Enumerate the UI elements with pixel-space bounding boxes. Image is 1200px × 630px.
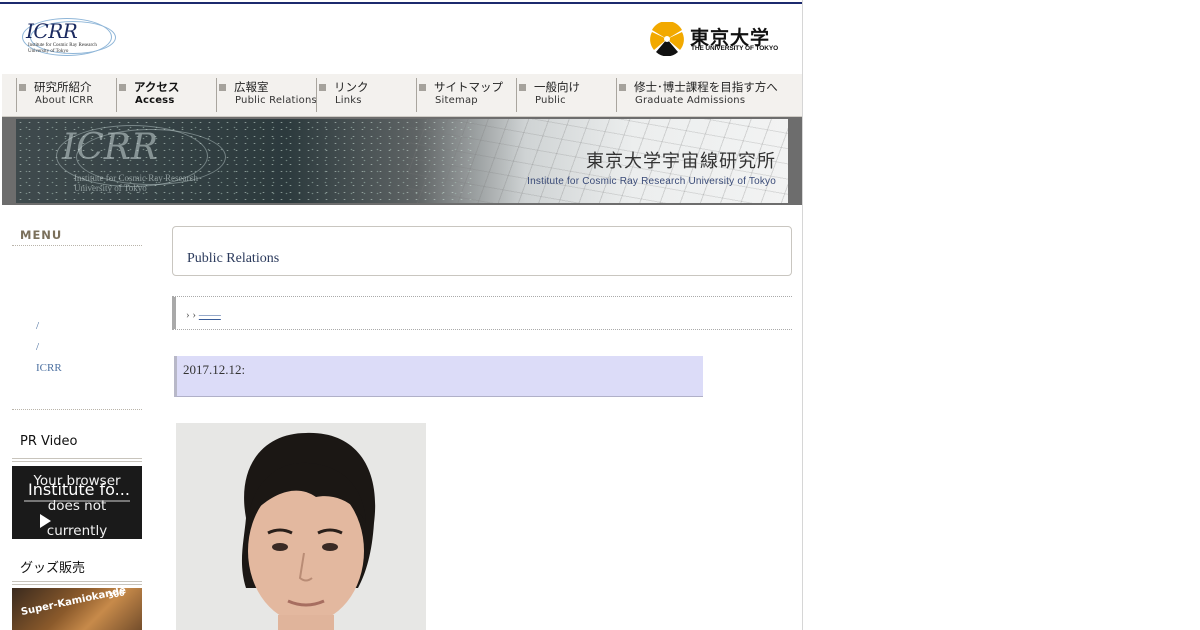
nav-bullet-icon (519, 84, 526, 91)
icrr-logo-text: ICRR (26, 19, 78, 43)
top-rule (0, 2, 802, 4)
page-title-box: Public Relations (172, 226, 792, 276)
nav-label-en: Links (335, 95, 362, 106)
ut-logo-en: THE UNIVERSITY OF TOKYO (691, 45, 779, 52)
nav-item-access[interactable]: アクセス Access (116, 74, 216, 116)
banner-logo-text: ICRR (62, 127, 158, 168)
breadcrumb-link[interactable]: —— (199, 309, 221, 321)
goods-title: グッズ販売 (20, 561, 86, 576)
pr-video-player[interactable]: Institute fo... Your browser does not cu… (12, 466, 142, 539)
play-icon[interactable] (40, 514, 51, 528)
breadcrumb-text: › › —— (186, 309, 221, 321)
video-warning-line: currently (46, 523, 108, 539)
portrait-photo (176, 423, 426, 630)
nav-label-jp: 広報室 (234, 80, 269, 94)
breadcrumb-prefix: › › (186, 309, 197, 321)
sidebar: MENU / / ICRR PR Video Institute fo... Y… (12, 226, 142, 630)
nav-label-jp: サイトマップ (434, 80, 503, 94)
nav-label-en: Public Relations (235, 95, 317, 106)
sidebar-divider (12, 409, 142, 410)
icrr-logo-subtitle: Institute for Cosmic Ray Research Univer… (28, 43, 97, 55)
banner: ICRR Institute for Cosmic Ray Research U… (2, 117, 802, 205)
nav-divider (416, 78, 417, 112)
nav-divider (216, 78, 217, 112)
nav-label-jp: 一般向け (534, 80, 580, 94)
portrait-image (176, 423, 426, 630)
nav-label-en: Public (535, 95, 566, 106)
breadcrumb: › › —— (172, 296, 792, 330)
nav-item-public-relations[interactable]: 広報室 Public Relations (216, 74, 317, 116)
page-title: Public Relations (187, 251, 280, 266)
sidebar-link[interactable]: / (36, 341, 142, 362)
nav-divider (516, 78, 517, 112)
banner-logo-sub-line: Institute for Cosmic Ray Research (74, 173, 198, 183)
nav-bullet-icon (619, 84, 626, 91)
global-nav: 研究所紹介 About ICRR アクセス Access 広報室 Public … (2, 74, 802, 117)
goods-rule (12, 581, 142, 585)
nav-bullet-icon (419, 84, 426, 91)
icrr-logo-sub-line: University of Tokyo (28, 49, 69, 54)
breadcrumb-accent (172, 297, 176, 329)
nav-item-public[interactable]: 一般向け Public (516, 74, 616, 116)
banner-image: ICRR Institute for Cosmic Ray Research U… (16, 119, 788, 203)
nav-bullet-icon (319, 84, 326, 91)
nav-bullet-icon (19, 84, 26, 91)
nav-label-en: Access (135, 95, 175, 106)
nav-divider (16, 78, 17, 112)
nav-label-jp: 修士･博士課程を目指す方へ (634, 80, 778, 94)
nav-item-about[interactable]: 研究所紹介 About ICRR (16, 74, 116, 116)
nav-label-jp: 研究所紹介 (34, 80, 92, 94)
news-date-header: 2017.12.12: (174, 356, 703, 397)
nav-label-en: Graduate Admissions (635, 95, 746, 106)
nav-bullet-icon (219, 84, 226, 91)
university-of-tokyo-logo[interactable]: 東京大学 THE UNIVERSITY OF TOKYO (650, 20, 790, 60)
video-warning-line: Your browser (33, 473, 121, 489)
nav-item-links[interactable]: リンク Links (316, 74, 416, 116)
video-unsupported-message: Your browser does not currently (12, 469, 142, 539)
sidebar-link[interactable]: ICRR (36, 362, 142, 383)
gingko-leaf-icon (650, 22, 684, 56)
icrr-logo[interactable]: ICRR Institute for Cosmic Ray Research U… (18, 16, 118, 60)
pr-video-title: PR Video (20, 434, 78, 449)
banner-logo-sub-line: University of Tokyo (74, 183, 147, 193)
goods-banner[interactable]: Super-Kamiokande 300 (12, 588, 142, 630)
video-warning-line: does not (47, 498, 107, 514)
sidebar-menu-links: / / ICRR (12, 320, 142, 383)
nav-divider (616, 78, 617, 112)
nav-item-sitemap[interactable]: サイトマップ Sitemap (416, 74, 516, 116)
nav-label-en: Sitemap (435, 95, 478, 106)
banner-logo-subtitle: Institute for Cosmic Ray Research Univer… (74, 173, 198, 193)
banner-title-en: Institute for Cosmic Ray Research Univer… (527, 176, 776, 187)
news-date: 2017.12.12: (183, 362, 246, 377)
sidebar-link[interactable]: / (36, 320, 142, 341)
nav-bullet-icon (119, 84, 126, 91)
nav-label-jp: アクセス (134, 80, 180, 94)
nav-item-graduate-admissions[interactable]: 修士･博士課程を目指す方へ Graduate Admissions (616, 74, 796, 116)
nav-label-jp: リンク (334, 80, 369, 94)
nav-divider (116, 78, 117, 112)
sidebar-menu-title: MENU (12, 226, 142, 246)
pr-video-rule (12, 458, 142, 462)
page: ICRR Institute for Cosmic Ray Research U… (0, 0, 803, 630)
nav-divider (316, 78, 317, 112)
nav-label-en: About ICRR (35, 95, 94, 106)
goods-pieces: 300 (107, 588, 126, 601)
banner-title-jp: 東京大学宇宙線研究所 (586, 151, 776, 172)
